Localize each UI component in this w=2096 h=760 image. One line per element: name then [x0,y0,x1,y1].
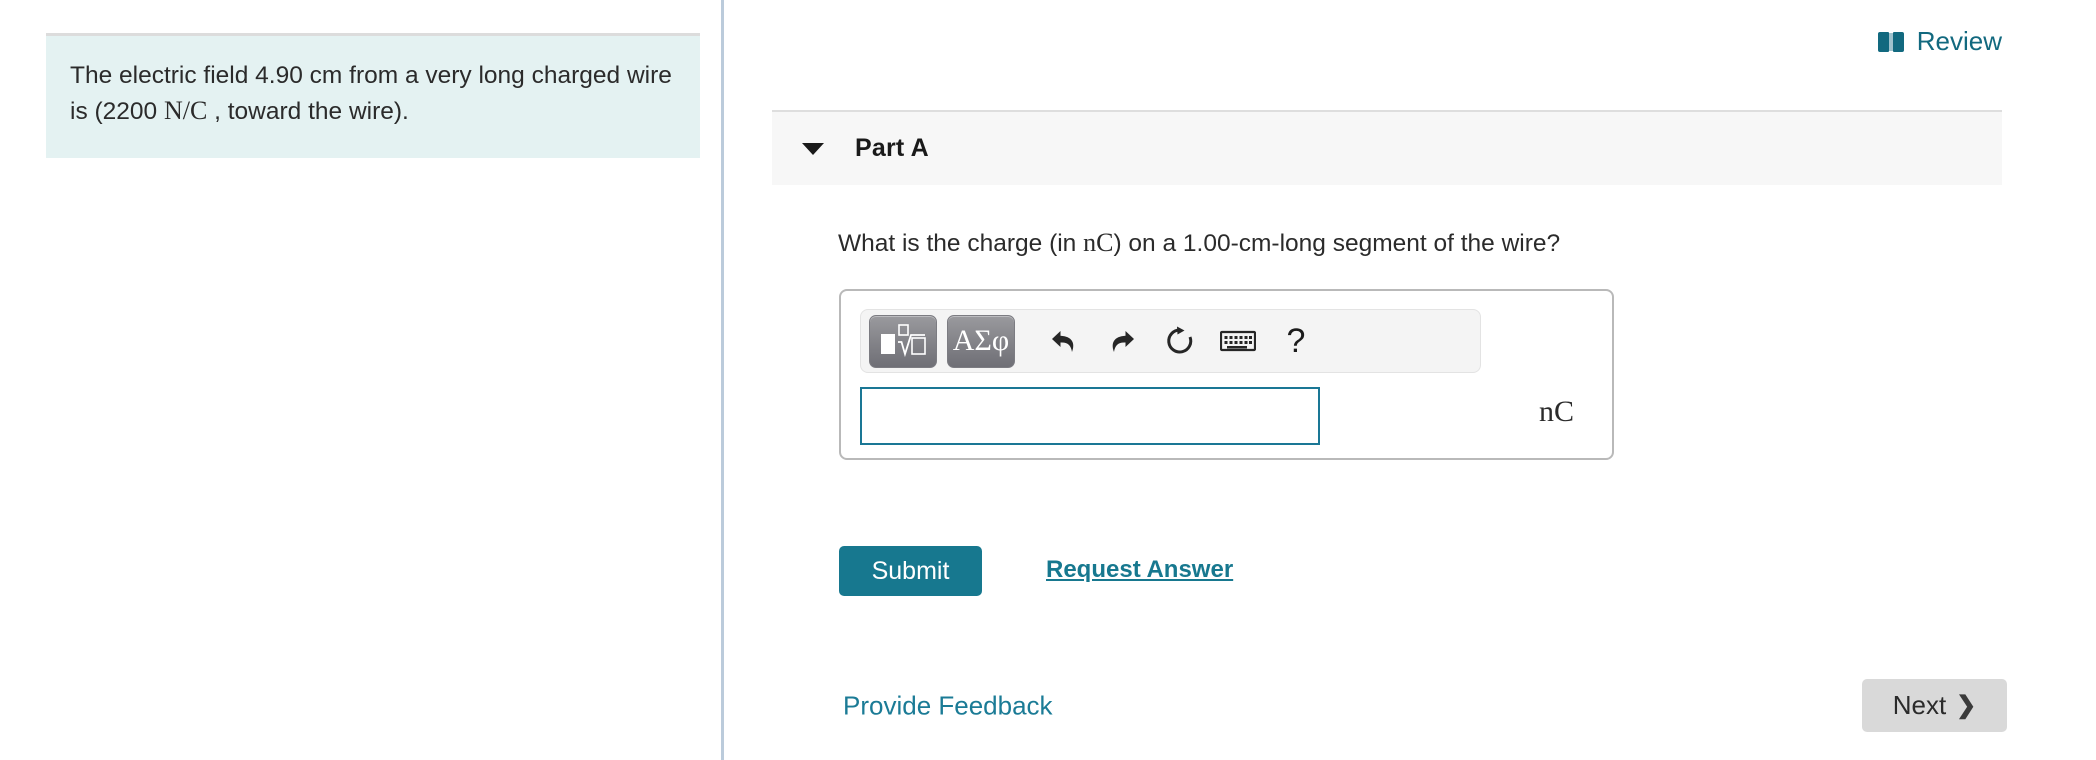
help-label: ? [1286,321,1306,360]
next-button[interactable]: Next ❯ [1862,679,2007,732]
math-template-button[interactable] [869,314,937,368]
part-a-header[interactable]: Part A [772,110,2002,185]
keyboard-icon [1220,330,1256,352]
problem-unit-newton-per-coulomb: N/C [163,96,208,125]
keyboard-button[interactable] [1209,315,1267,368]
math-template-icon [881,324,926,358]
chevron-right-icon: ❯ [1956,691,1977,719]
greek-symbols-label: ΑΣφ [952,324,1010,357]
question-prompt: What is the charge (in nC) on a 1.00-cm-… [838,228,1560,258]
redo-icon [1112,331,1134,352]
problem-statement-post: , toward the wire). [207,98,409,125]
chevron-down-icon[interactable] [802,142,824,155]
reset-icon [1167,326,1193,354]
math-toolbar: ΑΣφ ? [860,309,1481,373]
undo-icon [1052,331,1074,352]
problem-page: The electric field 4.90 cm from a very l… [0,0,2096,760]
answer-entry-box: ΑΣφ ? nC [839,289,1614,460]
undo-button[interactable] [1035,315,1093,368]
question-post: ) on a 1.00-cm-long segment of the wire? [1113,230,1561,257]
book-icon [1877,31,1904,52]
submit-button[interactable]: Submit [839,546,982,596]
problem-statement-box: The electric field 4.90 cm from a very l… [46,33,700,158]
question-pre: What is the charge (in [838,230,1084,257]
problem-statement-text: The electric field 4.90 cm from a very l… [70,58,678,129]
redo-button[interactable] [1093,315,1151,368]
provide-feedback-link[interactable]: Provide Feedback [843,691,1053,722]
question-unit-nanocoulomb: nC [1083,228,1114,257]
answer-input[interactable] [860,387,1320,445]
greek-symbols-button[interactable]: ΑΣφ [947,314,1015,368]
reset-button[interactable] [1151,315,1209,368]
help-button[interactable]: ? [1267,315,1325,368]
request-answer-link[interactable]: Request Answer [1046,556,1233,584]
next-label: Next [1892,690,1947,720]
problem-statement-pane: The electric field 4.90 cm from a very l… [0,0,721,760]
answer-unit-label: nC [1539,395,1575,428]
review-label: Review [1916,26,2002,56]
part-title: Part A [855,134,929,162]
answer-pane: Review Part A What is the charge (in nC)… [724,0,2096,760]
review-link[interactable]: Review [1877,26,2002,57]
